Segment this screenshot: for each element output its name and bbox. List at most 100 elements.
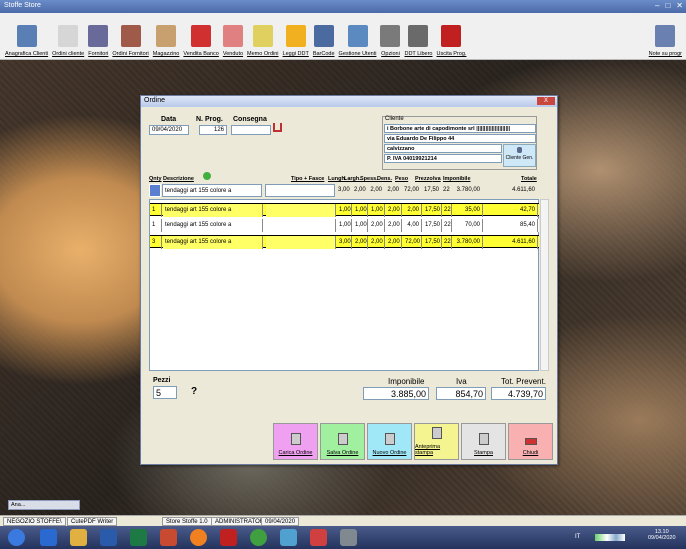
toolbar-button-ddt-libero[interactable]: DDT Libero [402,13,434,60]
powerpoint-icon[interactable] [160,529,177,546]
cell-qnty[interactable]: 1 [150,204,162,217]
table-scrollbar[interactable] [540,199,549,371]
cell-dens[interactable]: 2,00 [386,219,402,232]
cell-dens[interactable]: 2,00 [386,236,402,249]
cell-qnty[interactable]: 1 [150,219,162,232]
cell-lungh[interactable]: 1,00 [337,204,352,217]
toolbar-button-fornitori[interactable]: Fornitori [86,13,110,60]
check-icon[interactable] [203,172,211,180]
table-row[interactable]: 1 tendaggi art 155 colore a 1,00 1,00 1,00 2,… [150,203,539,217]
input-imponibile[interactable]: 3.780,00 [451,184,482,197]
cell-prezzo[interactable]: 17,50 [423,219,442,232]
cell-lungh[interactable]: 1,00 [337,219,352,232]
toolbar-button-barcode[interactable]: BarCode [311,13,337,60]
cell-iva[interactable]: 22 [442,219,452,232]
cell-imponibile[interactable]: 70,00 [452,219,483,232]
explorer-icon[interactable] [70,529,87,546]
chiudi-button[interactable]: Chiudi [508,423,553,460]
cell-totale[interactable]: 42,70 [490,204,538,217]
word-icon[interactable] [100,529,117,546]
cell-lungh[interactable]: 3,00 [337,236,352,249]
input-tipo[interactable] [265,184,335,197]
toolbar-button-ordini-cliente[interactable]: Ordini cliente [50,13,86,60]
cell-imponibile[interactable]: 3.780,00 [452,236,483,249]
firefox-icon[interactable] [190,529,207,546]
cell-tipo[interactable] [266,219,336,232]
cell-descr[interactable]: tendaggi art 155 colore a [163,204,263,217]
toolbar-button-gestione-utenti[interactable]: Gestione Utenti [337,13,379,60]
cell-totale[interactable]: 85,40 [490,219,538,232]
cell-imponibile[interactable]: 35,00 [452,204,483,217]
cell-descr[interactable]: tendaggi art 155 colore a [163,236,263,249]
cell-spess[interactable]: 2,00 [369,236,385,249]
excel-icon[interactable] [130,529,147,546]
input-lungh[interactable]: 3,00 [336,184,351,197]
cell-qnty[interactable]: 3 [150,236,162,249]
cell-totale[interactable]: 4.611,60 [490,236,538,249]
cell-tipo[interactable] [266,204,336,217]
app-icon[interactable] [280,529,297,546]
start-icon[interactable] [8,529,25,546]
status-item-cutepdf[interactable]: CutePDF Writer [67,517,118,526]
calendar-icon[interactable] [273,123,282,132]
dialog-close-button[interactable]: X [537,97,555,105]
cliente-gen-button[interactable]: Cliente Gen. [503,144,536,167]
cell-largh[interactable]: 2,00 [353,236,368,249]
store-stoffe-icon[interactable] [340,529,357,546]
toolbar-button-opzioni[interactable]: Opzioni [378,13,402,60]
tot-prevent-field[interactable]: 4.739,70 [491,387,546,400]
input-descrizione[interactable]: tendaggi art 155 colore a [162,184,262,197]
table-row[interactable]: 3 tendaggi art 155 colore a 3,00 2,00 2,00 2,… [150,235,539,249]
cell-prezzo[interactable]: 17,50 [423,236,442,249]
toolbar-button-note[interactable]: Note su progr [647,13,684,60]
cell-largh[interactable]: 1,00 [353,219,368,232]
input-totale[interactable]: 4.611,60 [489,184,537,197]
toolbar-button-magazzino[interactable]: Magazzino [151,13,182,60]
input-dens[interactable]: 2,00 [385,184,401,197]
order-lines-table[interactable]: 1 tendaggi art 155 colore a 1,00 1,00 1,00 2,… [149,199,539,371]
data-field[interactable]: 09/04/2020 [149,125,189,135]
toolbar-button-anagrafica-clienti[interactable]: Anagrafica Clienti [3,13,50,60]
filezilla-icon[interactable] [220,529,237,546]
toolbar-button-memo-ordini[interactable]: Memo Ordini [245,13,280,60]
cell-descr[interactable]: tendaggi art 155 colore a [163,219,263,232]
input-iva[interactable]: 22 [441,184,451,197]
stampa-button[interactable]: Stampa [461,423,506,460]
consegna-field[interactable] [231,125,271,135]
cell-prezzo[interactable]: 17,50 [423,204,442,217]
imponibile-field[interactable]: 3.885,00 [363,387,429,400]
table-row[interactable]: 1 tendaggi art 155 colore a 1,00 1,00 2,00 2,… [150,219,539,232]
cliente-city-field[interactable]: calvizzano [384,144,502,153]
close-icon[interactable]: ✕ [676,1,683,10]
input-largh[interactable]: 2,00 [352,184,367,197]
tray-icons[interactable] [595,534,625,541]
anteprima-stampa-button[interactable]: Anteprima stampa [414,423,459,460]
nuovo-ordine-button[interactable]: Nuovo Ordine [367,423,412,460]
toolbar-button-vendita-banco[interactable]: Vendita Banco [181,13,220,60]
input-prezzo[interactable]: 17,50 [422,184,441,197]
cell-iva[interactable]: 22 [442,236,452,249]
cell-dens[interactable]: 2,00 [386,204,402,217]
chrome-icon[interactable] [250,529,267,546]
cliente-name-field[interactable]: i Borbone arte di capodimonte srl ||||||… [384,124,536,133]
salva-ordine-button[interactable]: Salva Ordine [320,423,365,460]
cell-peso[interactable]: 4,00 [403,219,422,232]
cell-spess[interactable]: 1,00 [369,204,385,217]
toolbar-button-uscita-prog[interactable]: Uscita Prog. [435,13,469,60]
input-peso[interactable]: 72,00 [402,184,421,197]
input-qnty[interactable] [149,184,161,197]
cell-peso[interactable]: 72,00 [403,236,422,249]
iva-field[interactable]: 854,70 [436,387,486,400]
clock[interactable]: 13.10 09/04/2020 [648,529,676,541]
maximize-icon[interactable]: □ [665,1,670,10]
carica-ordine-button[interactable]: Carica Ordine [273,423,318,460]
input-spess[interactable]: 2,00 [368,184,384,197]
cell-iva[interactable]: 22 [442,204,452,217]
media-icon[interactable] [310,529,327,546]
cell-largh[interactable]: 1,00 [353,204,368,217]
cliente-address-field[interactable]: via Eduardo De Filippo 44 [384,134,536,143]
cliente-piva-field[interactable]: P. IVA 04019921214 [384,154,502,163]
minimize-icon[interactable]: – [655,1,659,10]
edge-icon[interactable] [40,529,57,546]
help-question[interactable]: ? [191,386,197,397]
